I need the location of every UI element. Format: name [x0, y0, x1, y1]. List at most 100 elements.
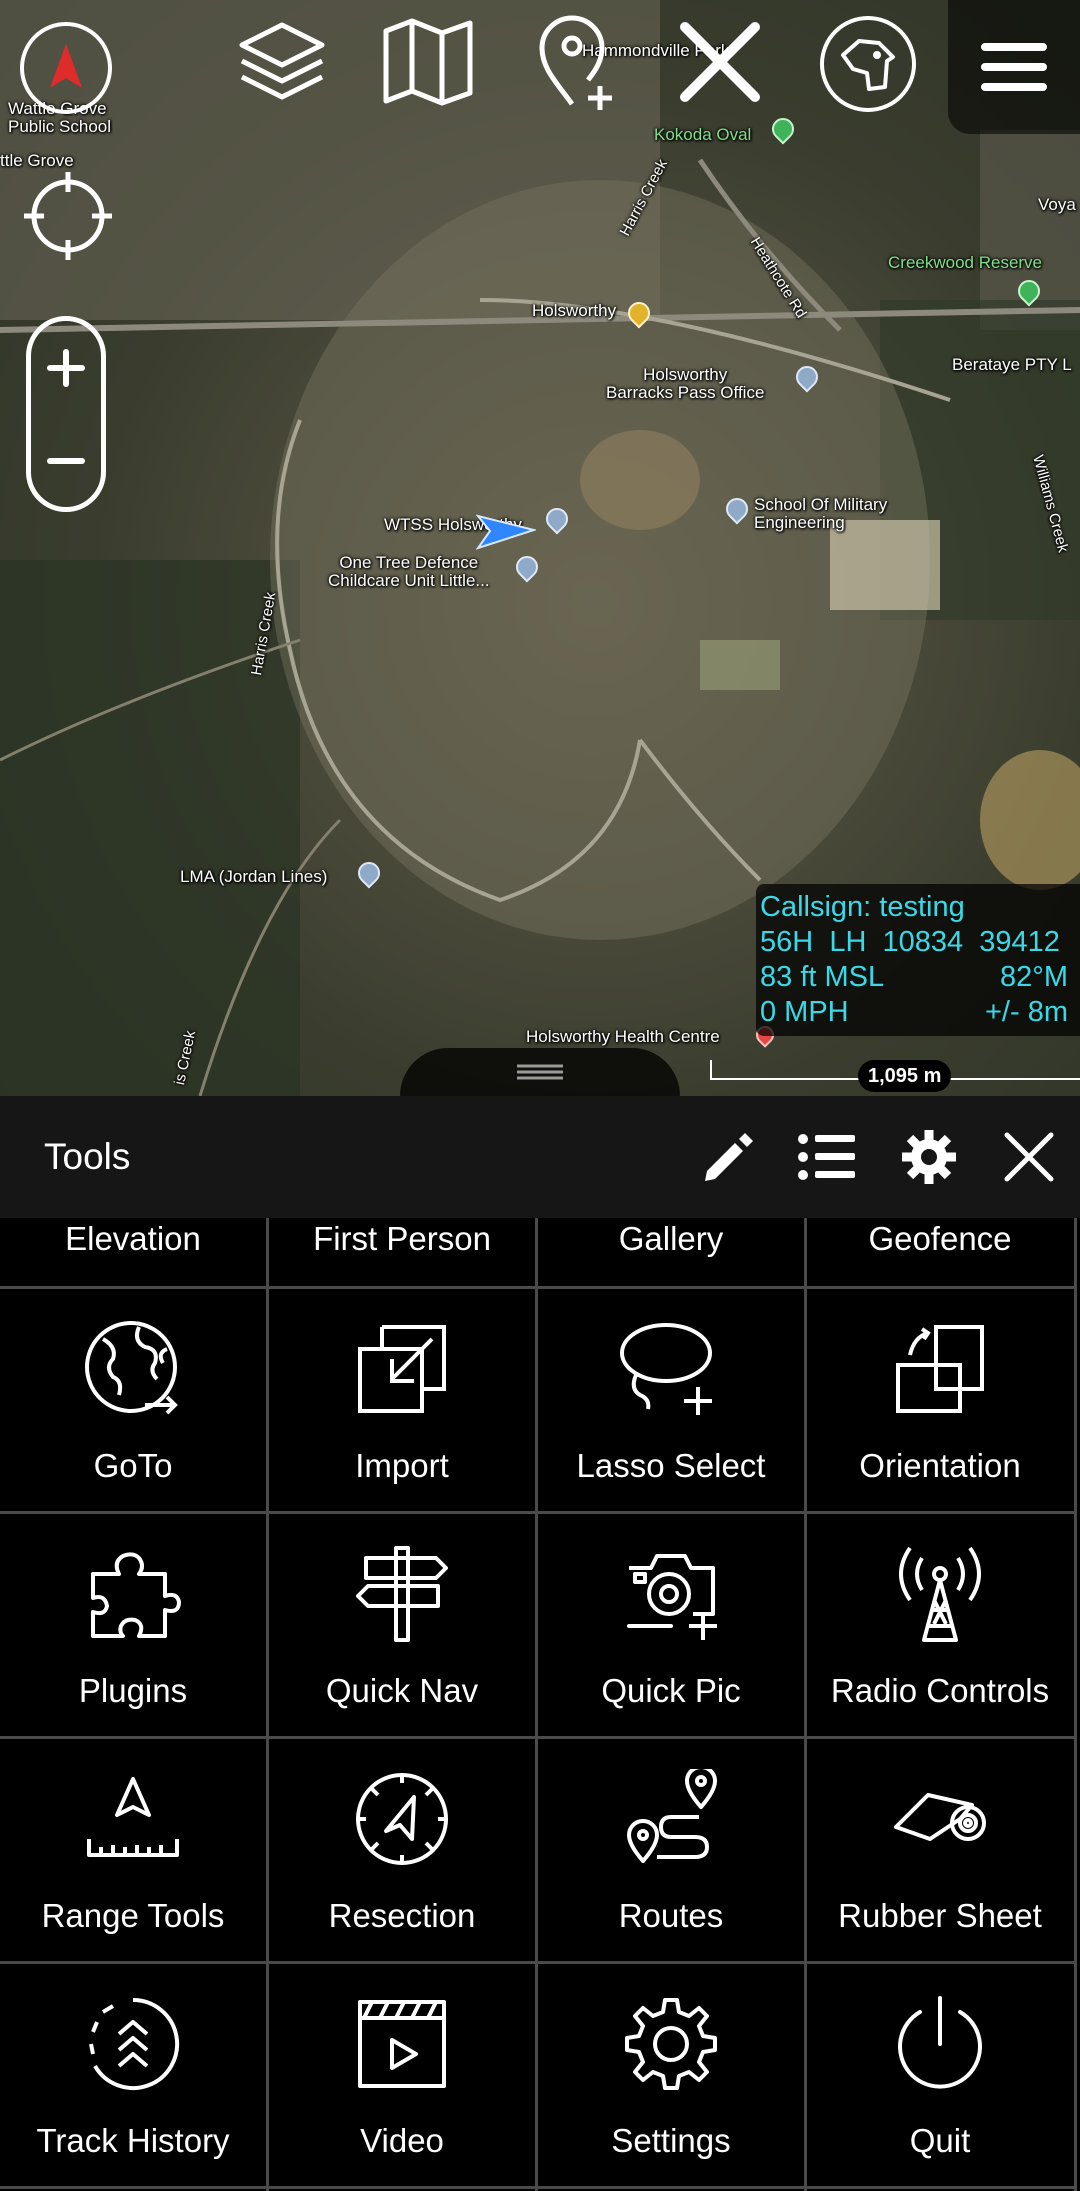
compass-icon [50, 44, 82, 88]
tool-first-person[interactable]: First Person [269, 1220, 535, 1258]
grid-divider [1074, 1218, 1077, 2191]
map-icon [383, 18, 473, 106]
map-label: School Of Military Engineering [754, 495, 888, 532]
video-icon [269, 1994, 535, 2094]
self-info-panel[interactable]: Callsign: testing 56H LH 10834 39412 83 … [756, 884, 1080, 1036]
menu-button[interactable] [948, 0, 1080, 134]
altitude-text: 83 ft MSL [760, 961, 885, 993]
crosshair-icon [24, 172, 112, 260]
tool-settings[interactable]: Settings [538, 1964, 804, 2184]
altitude-row: 83 ft MSL 82°M [760, 960, 1068, 995]
tool-orientation[interactable]: Orientation [807, 1289, 1073, 1509]
close-map-tool-button[interactable] [670, 12, 770, 112]
add-point-button[interactable] [524, 12, 624, 112]
tools-title: Tools [44, 1136, 131, 1177]
radio-tower-icon [807, 1544, 1073, 1644]
tool-quit[interactable]: Quit [807, 1964, 1073, 2184]
tool-radio-controls[interactable]: Radio Controls [807, 1514, 1073, 1734]
tool-label: Lasso Select [576, 1447, 766, 1484]
zoom-out-button[interactable] [31, 414, 101, 507]
power-icon [807, 1994, 1073, 2094]
accuracy-text: +/- 8m [985, 996, 1068, 1028]
callsign-row: Callsign: testing [760, 890, 1068, 925]
import-icon [269, 1319, 535, 1419]
tool-elevation[interactable]: Elevation [0, 1220, 266, 1258]
plus-icon [47, 348, 85, 387]
range-ruler-icon [0, 1769, 266, 1869]
tool-track-history[interactable]: Track History [0, 1964, 266, 2184]
tool-label: Range Tools [41, 1897, 225, 1934]
close-icon [1004, 1132, 1054, 1182]
map-view[interactable]: Wattle Grove Public School ttle Grove Ha… [0, 0, 1080, 1096]
tool-label: Track History [36, 2122, 230, 2159]
track-history-icon [0, 1994, 266, 2094]
tool-plugins[interactable]: Plugins [0, 1514, 266, 1734]
tool-label: GoTo [93, 1447, 173, 1484]
tool-goto[interactable]: GoTo [0, 1289, 266, 1509]
globe-icon [0, 1319, 266, 1419]
tool-import[interactable]: Import [269, 1289, 535, 1509]
tool-label: Orientation [859, 1447, 1021, 1484]
panel-drag-handle[interactable] [400, 1048, 680, 1096]
tool-range-tools[interactable]: Range Tools [0, 1739, 266, 1959]
tools-settings-button[interactable] [894, 1122, 964, 1192]
map-label: Kokoda Oval [654, 125, 752, 144]
tool-label: Import [355, 1447, 449, 1484]
map-label: Holsworthy [532, 301, 617, 320]
routes-icon [538, 1769, 804, 1869]
add-point-icon [539, 15, 612, 110]
tool-label: Rubber Sheet [838, 1897, 1042, 1934]
tools-header: Tools [0, 1096, 1080, 1218]
close-icon [680, 22, 760, 102]
zoom-in-button[interactable] [31, 321, 101, 414]
speed-text: 0 MPH [760, 996, 849, 1028]
settings-gear-icon [538, 1994, 804, 2094]
close-tools-button[interactable] [994, 1122, 1064, 1192]
tool-geofence[interactable]: Geofence [807, 1220, 1073, 1258]
tool-label: Video [360, 2122, 444, 2159]
self-position-arrow-icon[interactable] [476, 508, 536, 554]
map-label: Holsworthy Health Centre [526, 1027, 720, 1046]
tool-video[interactable]: Video [269, 1964, 535, 2184]
callsign-text: Callsign: testing [760, 891, 965, 923]
gear-icon [902, 1130, 956, 1184]
locate-button[interactable] [18, 166, 118, 266]
compass-button[interactable] [20, 22, 112, 114]
tool-quick-pic[interactable]: Quick Pic [538, 1514, 804, 1734]
map-button[interactable] [378, 12, 478, 112]
list-icon [798, 1134, 855, 1180]
zoom-control [26, 316, 106, 512]
dog-button[interactable] [820, 16, 916, 112]
map-label: Holsworthy Barracks Pass Office [606, 365, 765, 402]
tool-routes[interactable]: Routes [538, 1739, 804, 1959]
map-label: Creekwood Reserve [888, 253, 1043, 272]
map-label: LMA (Jordan Lines) [180, 867, 328, 886]
rubber-sheet-icon [807, 1769, 1073, 1869]
tool-resection[interactable]: Resection [269, 1739, 535, 1959]
map-label: One Tree Defence Childcare Unit Little..… [328, 553, 490, 590]
tool-lasso-select[interactable]: Lasso Select [538, 1289, 804, 1509]
tool-rubber-sheet[interactable]: Rubber Sheet [807, 1739, 1073, 1959]
tool-label: Quick Pic [601, 1672, 741, 1709]
map-label: Berataye PTY L [952, 355, 1072, 374]
edit-button[interactable] [692, 1122, 762, 1192]
speed-row: 0 MPH +/- 8m [760, 995, 1068, 1030]
tool-label: Resection [328, 1897, 476, 1934]
signpost-icon [269, 1544, 535, 1644]
tool-gallery[interactable]: Gallery [538, 1220, 804, 1258]
tool-label: Quick Nav [325, 1672, 479, 1709]
tool-quick-nav[interactable]: Quick Nav [269, 1514, 535, 1734]
orientation-icon [807, 1319, 1073, 1419]
grid-divider [0, 2186, 1077, 2189]
tool-label: Plugins [78, 1672, 188, 1709]
pencil-icon [705, 1133, 753, 1181]
heading-text: 82°M [999, 961, 1068, 993]
lasso-icon [538, 1319, 804, 1419]
scale-label: 1,095 m [858, 1060, 952, 1092]
map-label: Voya [1038, 195, 1076, 214]
camera-icon [538, 1544, 804, 1644]
list-view-button[interactable] [792, 1122, 862, 1192]
puzzle-icon [0, 1544, 266, 1644]
layers-button[interactable] [232, 12, 332, 112]
mgrs-coordinate: 56H LH 10834 39412 [760, 926, 1060, 958]
